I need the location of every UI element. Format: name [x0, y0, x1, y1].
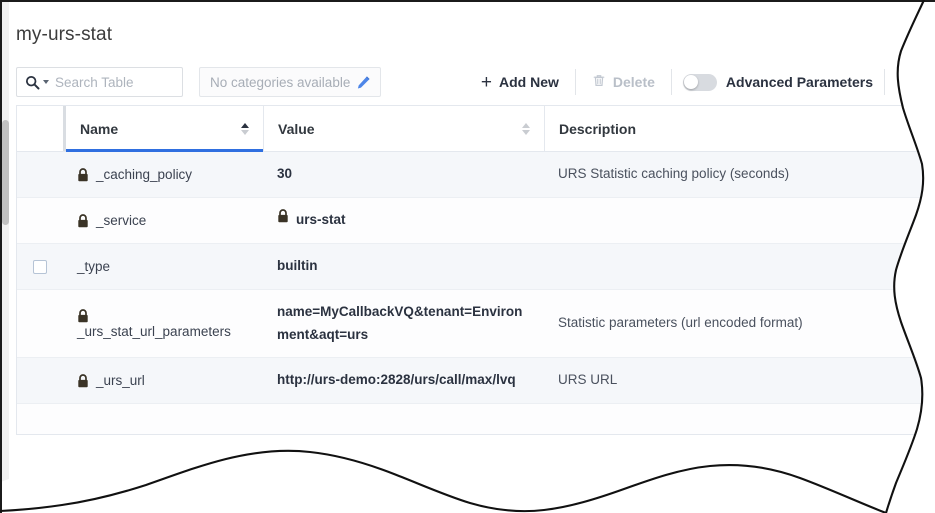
row-value: http://urs-demo:2828/urs/call/max/lvq	[277, 372, 516, 388]
page-scrollbar-thumb[interactable]	[2, 120, 9, 225]
table-header-value-label: Value	[278, 120, 315, 137]
lock-icon	[77, 373, 89, 388]
search-table-box[interactable]: Search Table	[16, 67, 183, 97]
table-row[interactable]: _caching_policy 30 URS Statistic caching…	[17, 152, 924, 198]
row-description-cell: Statistic parameters (url encoded format…	[544, 290, 924, 357]
row-description-cell: URS URL	[544, 358, 924, 403]
parameters-table: Name Value Description _caching_policy 3…	[16, 105, 924, 435]
lock-icon	[77, 167, 89, 182]
refresh-icon	[902, 69, 923, 95]
row-checkbox[interactable]	[33, 259, 47, 274]
table-header-name-label: Name	[80, 120, 119, 137]
row-name: _type	[77, 259, 111, 274]
table-header-row: Name Value Description	[17, 106, 924, 152]
row-description: URS URL	[558, 372, 618, 388]
lock-icon	[277, 209, 289, 223]
table-row[interactable]: _service urs-stat	[17, 198, 924, 244]
row-value: builtin	[277, 258, 318, 274]
row-name: _caching_policy	[96, 167, 193, 182]
table-header-description[interactable]: Description	[544, 106, 924, 151]
frame-border-top	[0, 0, 935, 2]
lock-icon	[77, 213, 89, 228]
row-description-cell	[544, 244, 924, 289]
delete-label: Delete	[612, 74, 655, 90]
toolbar-divider-1	[574, 69, 576, 95]
row-description: URS Statistic caching policy (seconds)	[558, 166, 790, 182]
advanced-parameters-label: Advanced Parameters	[725, 74, 873, 90]
row-description-cell	[544, 198, 924, 243]
row-description: Statistic parameters (url encoded format…	[558, 315, 803, 331]
row-value-cell: http://urs-demo:2828/urs/call/max/lvq	[263, 358, 544, 403]
page-title: my-urs-stat	[16, 24, 113, 45]
plus-icon: +	[480, 71, 492, 93]
torn-paper-content: my-urs-stat Search Table No categories a…	[0, 0, 924, 513]
category-selector-label: No categories available	[210, 74, 351, 90]
sort-icon-value[interactable]	[522, 122, 530, 135]
toggle-knob	[684, 75, 699, 89]
frame-border-left	[0, 0, 2, 513]
toolbar-divider-3	[884, 69, 885, 95]
toolbar-divider-2	[670, 69, 672, 95]
table-footer-row	[17, 404, 924, 434]
page-scrollbar[interactable]	[2, 0, 9, 513]
table-row[interactable]: _type builtin	[17, 244, 924, 290]
table-header-select-all[interactable]	[17, 106, 63, 151]
row-description-cell: URS Statistic caching policy (seconds)	[544, 152, 924, 197]
lock-icon	[77, 308, 89, 323]
row-name: _urs_url	[96, 373, 145, 388]
panel-content: my-urs-stat Search Table No categories a…	[9, 2, 924, 435]
row-checkbox-cell[interactable]	[17, 152, 63, 197]
row-value-cell: 30	[263, 152, 544, 197]
search-icon	[25, 75, 40, 90]
table-header-name[interactable]: Name	[63, 106, 263, 152]
refresh-button[interactable]	[892, 69, 924, 95]
row-checkbox-cell[interactable]	[17, 244, 63, 289]
row-value: name=MyCallbackVQ&tenant=Environment&aqt…	[277, 304, 523, 342]
row-checkbox-cell[interactable]	[17, 198, 63, 243]
screenshot-root: my-urs-stat Search Table No categories a…	[0, 0, 935, 513]
row-value-cell: name=MyCallbackVQ&tenant=Environment&aqt…	[263, 290, 544, 357]
category-selector[interactable]: No categories available	[199, 67, 381, 97]
pencil-icon[interactable]	[356, 75, 371, 90]
table-header-value[interactable]: Value	[263, 106, 544, 151]
search-input[interactable]: Search Table	[55, 75, 134, 90]
row-value-cell: urs-stat	[263, 198, 544, 243]
row-value: 30	[277, 166, 293, 182]
row-value: urs-stat	[296, 212, 346, 228]
toggle-switch[interactable]	[682, 73, 717, 91]
table-row[interactable]: _urs_url http://urs-demo:2828/urs/call/m…	[17, 358, 924, 404]
row-checkbox-cell[interactable]	[17, 290, 63, 357]
row-name-cell: _service	[63, 198, 263, 243]
row-name: _urs_stat_url_parameters	[77, 323, 231, 339]
row-checkbox-cell[interactable]	[17, 358, 63, 403]
delete-button[interactable]: Delete	[583, 67, 664, 97]
row-name-cell: _urs_stat_url_parameters	[63, 290, 263, 357]
row-value-cell: builtin	[263, 244, 544, 289]
add-new-button[interactable]: + Add New	[472, 67, 568, 97]
row-name-cell: _urs_url	[63, 358, 263, 403]
table-toolbar: Search Table No categories available + A…	[9, 59, 924, 105]
table-row[interactable]: _urs_stat_url_parameters name=MyCallback…	[17, 290, 924, 358]
add-new-label: Add New	[499, 74, 559, 90]
table-header-description-label: Description	[559, 120, 637, 137]
trash-icon	[592, 73, 606, 91]
sort-icon-name[interactable]	[241, 122, 249, 135]
advanced-parameters-toggle[interactable]: Advanced Parameters	[679, 73, 877, 91]
chevron-down-icon[interactable]	[43, 80, 49, 84]
row-name-cell: _type	[63, 244, 263, 289]
row-name: _service	[96, 213, 147, 228]
row-name-cell: _caching_policy	[63, 152, 263, 197]
